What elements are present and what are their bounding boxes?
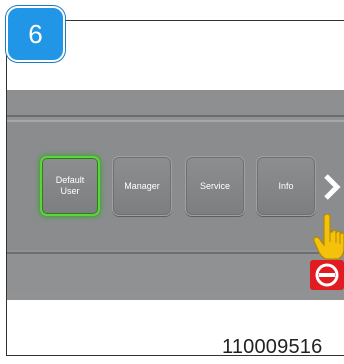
tile-info-label: Info (278, 180, 294, 191)
tile-service[interactable]: Service (185, 156, 245, 216)
tile-default-user[interactable]: Default User (40, 156, 100, 216)
step-number-badge: 6 (6, 6, 65, 62)
no-entry-icon (310, 260, 344, 290)
tile-default-user-label: Default User (55, 175, 85, 196)
pointing-hand-icon (313, 214, 344, 260)
tile-manager[interactable]: Manager (112, 156, 172, 216)
chevron-right-icon[interactable] (322, 172, 342, 202)
tile-service-label: Service (199, 180, 230, 191)
part-number: 110009516 (222, 336, 323, 358)
tile-manager-label: Manager (124, 180, 160, 191)
tile-info[interactable]: Info (256, 156, 316, 216)
panel-bottom-band (7, 252, 344, 292)
panel-top-band (7, 90, 344, 117)
